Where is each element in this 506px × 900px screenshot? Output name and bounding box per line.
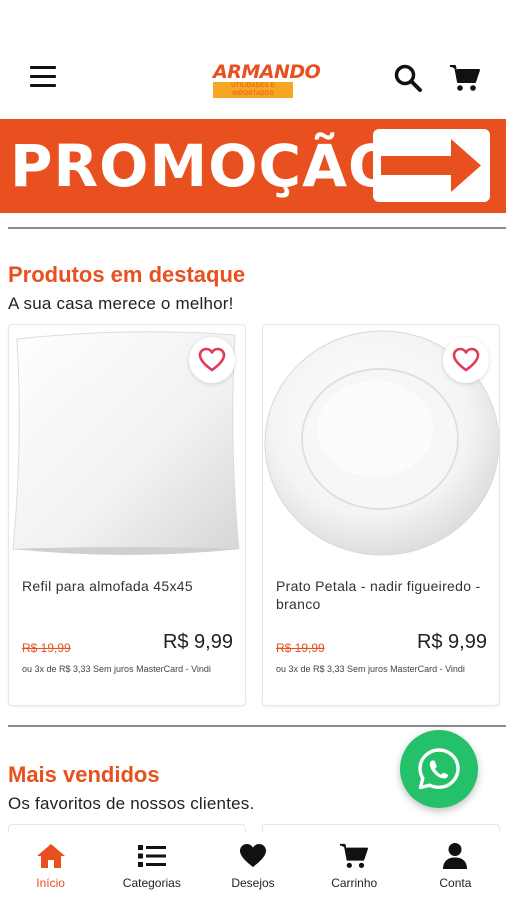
nav-label: Categorias	[122, 876, 181, 890]
list-icon	[101, 842, 202, 870]
app-header: ARMANDO UTILIDADES E IMPORTADOS	[0, 0, 506, 118]
nav-label: Conta	[439, 876, 472, 890]
heart-icon	[202, 842, 303, 870]
nav-item-desejos[interactable]: Desejos	[202, 832, 303, 900]
nav-label: Início	[36, 876, 65, 890]
whatsapp-icon	[418, 748, 460, 790]
arrow-right-icon	[373, 129, 490, 202]
promo-banner[interactable]: PROMOÇÃO	[0, 119, 506, 213]
nav-item-categorias[interactable]: Categorias	[101, 832, 202, 900]
nav-label: Desejos	[231, 876, 275, 890]
product-name: Prato Petala - nadir figueiredo - branco	[276, 578, 481, 612]
favorite-heart-button[interactable]	[189, 337, 235, 383]
product-installments: ou 3x de R$ 3,33 Sem juros MasterCard - …	[276, 664, 465, 674]
best-sellers-subtitle: Os favoritos de nossos clientes.	[8, 794, 255, 813]
search-icon[interactable]	[393, 63, 423, 93]
product-old-price: R$ 19,99	[22, 641, 71, 655]
section-divider	[8, 725, 506, 727]
product-old-price: R$ 19,99	[276, 641, 325, 655]
home-icon	[0, 842, 101, 870]
promo-banner-text: PROMOÇÃO	[10, 132, 399, 200]
product-installments: ou 3x de R$ 3,33 Sem juros MasterCard - …	[22, 664, 211, 674]
hamburger-menu-icon[interactable]	[30, 66, 56, 88]
best-sellers-title: Mais vendidos	[8, 762, 160, 787]
bottom-navigation: Início Categorias Desejos Carrinho Conta	[0, 832, 506, 900]
product-card[interactable]: Prato Petala - nadir figueiredo - branco…	[262, 324, 500, 706]
store-logo[interactable]: ARMANDO UTILIDADES E IMPORTADOS	[213, 61, 321, 98]
cart-icon	[304, 842, 405, 870]
nav-item-inicio[interactable]: Início	[0, 832, 101, 900]
nav-item-carrinho[interactable]: Carrinho	[304, 832, 405, 900]
featured-section-title: Produtos em destaque	[8, 262, 246, 287]
heart-outline-icon	[198, 347, 226, 372]
product-name: Refil para almofada 45x45	[22, 578, 193, 594]
product-price: R$ 9,99	[416, 631, 487, 653]
cart-icon[interactable]	[449, 63, 481, 93]
heart-outline-icon	[452, 347, 480, 372]
favorite-heart-button[interactable]	[443, 337, 489, 383]
nav-label: Carrinho	[331, 876, 378, 890]
featured-section-subtitle: A sua casa merece o melhor!	[8, 294, 234, 313]
logo-wordmark: ARMANDO	[213, 61, 321, 83]
user-icon	[405, 842, 506, 870]
product-card[interactable]: Refil para almofada 45x45 R$ 19,99 R$ 9,…	[8, 324, 246, 706]
product-price: R$ 9,99	[162, 631, 233, 653]
nav-item-conta[interactable]: Conta	[405, 832, 506, 900]
logo-tagline: UTILIDADES E IMPORTADOS	[213, 82, 293, 98]
whatsapp-button[interactable]	[400, 730, 478, 808]
section-divider	[8, 227, 506, 229]
